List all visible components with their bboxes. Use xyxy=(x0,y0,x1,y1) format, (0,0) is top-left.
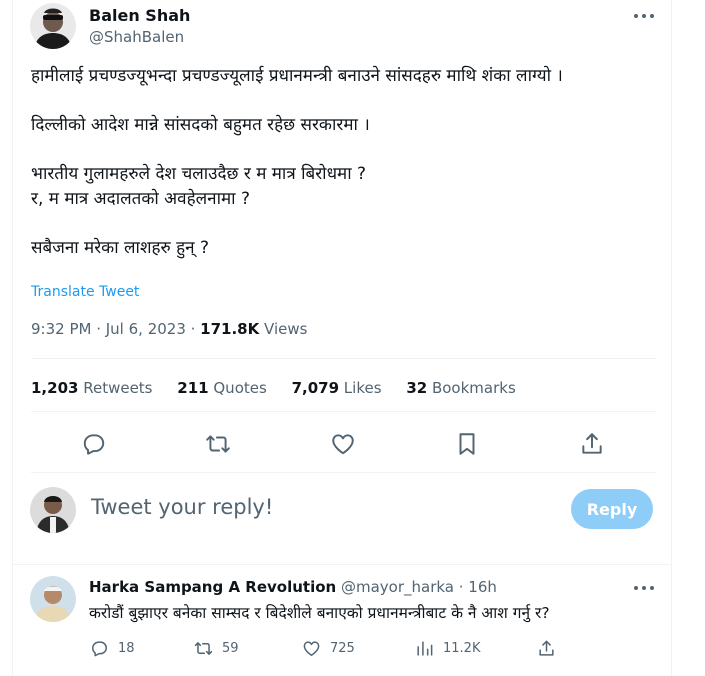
quotes-stat[interactable]: 211 Quotes xyxy=(177,379,267,397)
retweets-stat[interactable]: 1,203 Retweets xyxy=(31,379,153,397)
bookmark-icon[interactable] xyxy=(454,431,480,457)
share-icon[interactable] xyxy=(579,431,605,457)
like-icon xyxy=(303,640,320,656)
tweet-line: भारतीय गुलामहरुले देश चलाउदैछ र म मात्र … xyxy=(31,164,367,184)
views-count: 171.8K xyxy=(200,320,260,338)
reply-icon[interactable] xyxy=(81,431,107,457)
like-count: 725 xyxy=(330,640,355,656)
divider xyxy=(31,411,656,412)
reply-retweet-action[interactable]: 59 xyxy=(194,638,239,658)
likes-stat[interactable]: 7,079 Likes xyxy=(292,379,382,397)
retweet-icon xyxy=(194,641,213,655)
reply-reply-action[interactable]: 18 xyxy=(90,638,135,658)
reply-text: करोडौं बुझाएर बनेका साम्सद र बिदेशीले बन… xyxy=(89,604,550,622)
stat-count: 32 xyxy=(406,379,428,397)
more-options-icon[interactable] xyxy=(631,6,657,26)
tweet-text: हामीलाई प्रचण्डज्यूभन्दा प्रचण्डज्यूलाई … xyxy=(31,64,661,261)
tweet-timestamp[interactable]: 9:32 PM · Jul 6, 2023 · xyxy=(31,320,200,338)
stat-count: 211 xyxy=(177,379,209,397)
reply-like-action[interactable]: 725 xyxy=(302,638,355,658)
bookmarks-stat[interactable]: 32 Bookmarks xyxy=(406,379,515,397)
tweet-line: दिल्लीको आदेश मान्ने सांसदको बहुमत रहेछ … xyxy=(31,115,370,135)
author-avatar[interactable] xyxy=(30,3,76,49)
author-handle[interactable]: @ShahBalen xyxy=(89,28,184,46)
views-icon xyxy=(417,640,433,656)
divider xyxy=(31,358,656,359)
reply-share-action[interactable] xyxy=(537,638,565,658)
tweet-line: सबैजना मरेका लाशहरु हुन् ? xyxy=(31,238,210,258)
like-icon[interactable] xyxy=(330,431,356,457)
reply-count: 18 xyxy=(118,640,135,656)
reply-author-handle[interactable]: @mayor_harka xyxy=(336,578,454,596)
tweet-line: हामीलाई प्रचण्डज्यूभन्दा प्रचण्डज्यूलाई … xyxy=(31,66,563,86)
views-count: 11.2K xyxy=(443,640,481,656)
stat-label: Quotes xyxy=(208,379,267,397)
divider xyxy=(13,564,671,565)
views-label: Views xyxy=(259,320,308,338)
stat-label: Likes xyxy=(339,379,382,397)
reply-author-avatar[interactable] xyxy=(30,576,76,622)
stat-label: Bookmarks xyxy=(427,379,516,397)
stat-count: 7,079 xyxy=(291,379,340,397)
reply-views-action[interactable]: 11.2K xyxy=(415,638,480,658)
reply-author-name[interactable]: Harka Sampang A Revolution xyxy=(89,578,336,596)
retweet-icon[interactable] xyxy=(205,431,231,457)
more-options-icon[interactable] xyxy=(631,578,657,598)
reply-time[interactable]: · 16h xyxy=(454,578,497,596)
reply-input[interactable]: Tweet your reply! xyxy=(91,495,273,519)
reply-icon xyxy=(92,640,107,656)
translate-tweet-link[interactable]: Translate Tweet xyxy=(31,284,139,300)
retweet-count: 59 xyxy=(222,640,239,656)
author-name[interactable]: Balen Shah xyxy=(89,6,190,25)
tweet-line: र, म मात्र अदालतको अवहेलनामा ? xyxy=(31,189,251,209)
stat-label: Retweets xyxy=(78,379,153,397)
tweet-meta: 9:32 PM · Jul 6, 2023 · 171.8K Views xyxy=(31,320,307,338)
share-icon xyxy=(539,640,554,656)
my-avatar[interactable] xyxy=(30,487,76,533)
reply-header: Harka Sampang A Revolution @mayor_harka … xyxy=(89,578,497,596)
divider xyxy=(31,472,656,473)
tweet-stats: 1,203 Retweets 211 Quotes 7,079 Likes 32… xyxy=(31,379,536,397)
stat-count: 1,203 xyxy=(31,379,79,397)
reply-button[interactable]: Reply xyxy=(571,489,653,529)
